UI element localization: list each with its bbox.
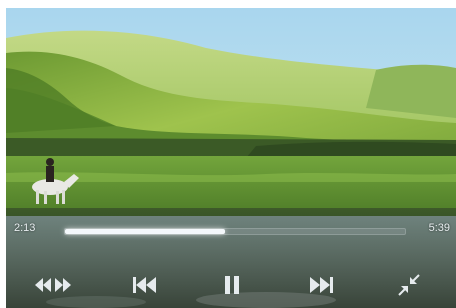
pause-button[interactable] xyxy=(218,272,246,298)
exit-fullscreen-icon xyxy=(398,274,420,296)
total-duration: 5:39 xyxy=(428,222,450,234)
skip-next-icon xyxy=(310,277,333,293)
previous-button[interactable] xyxy=(128,272,162,298)
video-player[interactable]: 2:13 5:39 xyxy=(6,8,456,308)
current-time: 2:13 xyxy=(14,222,36,234)
rewind-fast-forward-button[interactable] xyxy=(30,272,76,298)
exit-fullscreen-button[interactable] xyxy=(394,272,424,298)
seek-bar[interactable] xyxy=(64,228,406,235)
next-button[interactable] xyxy=(304,272,338,298)
skip-previous-icon xyxy=(133,277,156,293)
video-frame xyxy=(6,8,456,308)
rewind-fast-forward-icon xyxy=(35,278,71,292)
pause-icon xyxy=(225,276,239,294)
seek-bar-progress xyxy=(65,229,225,234)
